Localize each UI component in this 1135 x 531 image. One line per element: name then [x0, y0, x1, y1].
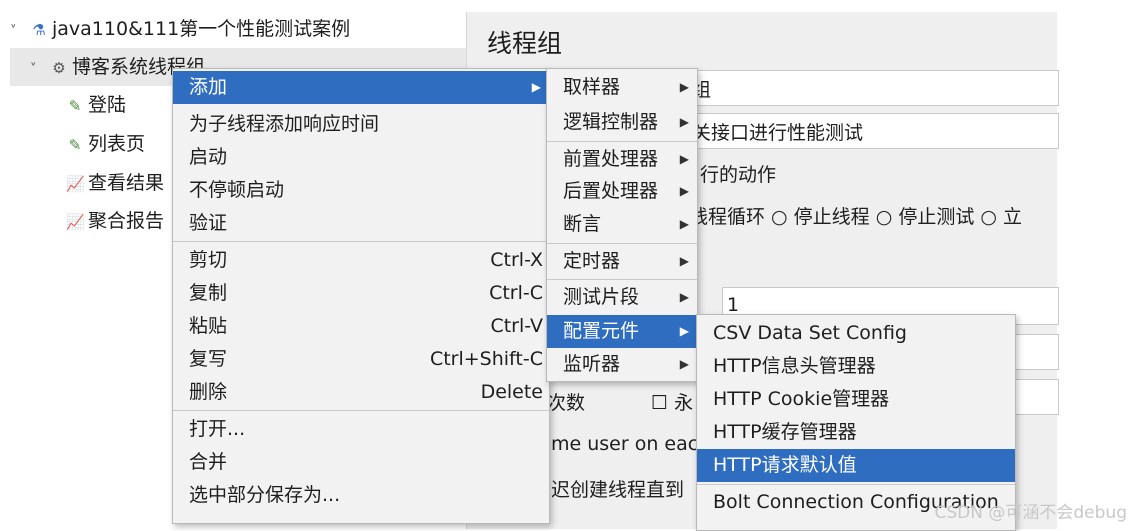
tree-item-label: 登陆: [88, 94, 127, 116]
tree-item-list-page[interactable]: ✎ 列表页: [66, 129, 145, 159]
error-action-radios[interactable]: 线程循环 ○ 停止线程 ○ 停止测试 ○ 立: [689, 202, 1022, 229]
menu-item-paste[interactable]: 粘贴 Ctrl-V: [173, 310, 549, 343]
add-submenu: 取样器 ▶ 逻辑控制器 ▶ 前置处理器 ▶ 后置处理器 ▶ 断言 ▶ 定时器 ▶ 测试片段 ▶…: [546, 68, 698, 382]
tree-item-login[interactable]: ✎ 登陆: [66, 90, 126, 120]
menu-item-add[interactable]: 添加 ▶: [173, 71, 549, 104]
chevron-right-icon: ▶: [679, 217, 689, 231]
tree-item-label: 聚合报告: [88, 210, 165, 232]
submenu-item-listener[interactable]: 监听器 ▶: [547, 348, 697, 381]
menu-item-cut[interactable]: 剪切 Ctrl-X: [173, 244, 549, 277]
config-item-http-header-manager[interactable]: HTTP信息头管理器: [697, 350, 1015, 383]
config-item-http-cookie-manager[interactable]: HTTP Cookie管理器: [697, 383, 1015, 416]
pencil-icon: ✎: [68, 97, 82, 115]
config-item-http-cache-manager[interactable]: HTTP缓存管理器: [697, 416, 1015, 449]
submenu-item-config-element[interactable]: 配置元件 ▶: [547, 315, 697, 348]
menu-item-duplicate[interactable]: 复写 Ctrl+Shift-C: [173, 343, 549, 376]
tree-item-label: 查看结果: [88, 172, 165, 194]
menu-item-open[interactable]: 打开...: [173, 413, 549, 446]
tree-item-aggregate-report[interactable]: 📈 聚合报告: [66, 206, 164, 236]
menu-item-start-no-pause[interactable]: 不停顿启动: [173, 174, 549, 207]
config-item-csv-data-set[interactable]: CSV Data Set Config: [697, 317, 1015, 350]
error-action-label: 行的动作: [700, 164, 777, 186]
chevron-right-icon: ▶: [679, 152, 689, 166]
menu-item-merge[interactable]: 合并: [173, 446, 549, 479]
tree-item-label: 列表页: [88, 133, 146, 155]
menu-item-delete[interactable]: 删除 Delete: [173, 376, 549, 409]
submenu-item-sampler[interactable]: 取样器 ▶: [547, 71, 697, 104]
menu-separator: [173, 241, 549, 242]
submenu-item-logic-controller[interactable]: 逻辑控制器 ▶: [547, 106, 697, 139]
menu-separator: [697, 484, 1015, 485]
context-menu: 添加 ▶ 为子线程添加响应时间 启动 不停顿启动 验证 剪切 Ctrl-X 复制…: [172, 68, 550, 524]
chevron-right-icon: ▶: [531, 80, 541, 94]
submenu-item-preprocessor[interactable]: 前置处理器 ▶: [547, 143, 697, 176]
chevron-right-icon: ▶: [679, 290, 689, 304]
submenu-item-timer[interactable]: 定时器 ▶: [547, 245, 697, 278]
menu-item-start[interactable]: 启动: [173, 141, 549, 174]
pencil-icon: ✎: [68, 136, 82, 154]
forever-checkbox[interactable]: ☐ 永: [651, 388, 693, 415]
same-user-checkbox-label[interactable]: me user on each: [551, 433, 710, 455]
tree-item-label: java110&111第一个性能测试案例: [52, 18, 351, 40]
chevron-right-icon: ▶: [679, 115, 689, 129]
loop-count-label: 次数: [547, 392, 586, 414]
chevron-down-icon[interactable]: ˅: [30, 55, 44, 85]
chart-icon: 📈: [66, 175, 85, 193]
watermark: CSDN @可涵不会debug: [934, 503, 1127, 523]
chevron-right-icon: ▶: [679, 184, 689, 198]
submenu-item-test-fragment[interactable]: 测试片段 ▶: [547, 281, 697, 314]
submenu-item-postprocessor[interactable]: 后置处理器 ▶: [547, 175, 697, 208]
menu-separator: [547, 279, 697, 280]
comment-field[interactable]: 关接口进行性能测试: [657, 113, 1059, 149]
flask-icon: ⚗: [32, 21, 46, 39]
menu-item-save-selection-as[interactable]: 选中部分保存为...: [173, 479, 549, 512]
config-item-http-request-defaults[interactable]: HTTP请求默认值: [697, 449, 1015, 482]
menu-item-add-response-time[interactable]: 为子线程添加响应时间: [173, 108, 549, 141]
menu-separator: [173, 410, 549, 411]
delay-thread-creation-label[interactable]: 迟创建线程直到: [551, 475, 684, 502]
chevron-right-icon: ▶: [679, 80, 689, 94]
menu-item-validate[interactable]: 验证: [173, 207, 549, 240]
chevron-down-icon[interactable]: ˅: [10, 17, 24, 47]
menu-separator: [547, 243, 697, 244]
gear-icon: ⚙: [52, 59, 66, 77]
menu-item-copy[interactable]: 复制 Ctrl-C: [173, 277, 549, 310]
name-field[interactable]: 组: [657, 70, 1059, 106]
chevron-right-icon: ▶: [679, 254, 689, 268]
tree-item-view-results[interactable]: 📈 查看结果: [66, 168, 164, 198]
panel-title: 线程组: [487, 29, 563, 58]
chevron-right-icon: ▶: [679, 357, 689, 371]
chart-icon: 📈: [66, 213, 85, 231]
chevron-right-icon: ▶: [679, 324, 689, 338]
menu-separator: [547, 141, 697, 142]
tree-item-test-plan[interactable]: ˅ ⚗ java110&111第一个性能测试案例: [10, 14, 350, 44]
submenu-item-assertion[interactable]: 断言 ▶: [547, 208, 697, 241]
